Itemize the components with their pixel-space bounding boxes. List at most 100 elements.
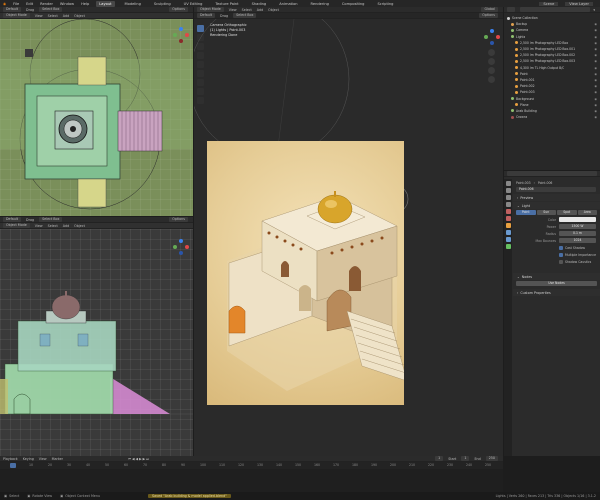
object-mode-dropdown[interactable]: Object Mode — [3, 13, 30, 18]
menu-add[interactable]: Add — [63, 14, 69, 18]
nav-gizmo[interactable] — [173, 27, 189, 43]
drag-tool[interactable]: Drag — [220, 14, 228, 18]
tool-tab-icon[interactable] — [505, 181, 511, 186]
building-upper[interactable] — [17, 320, 117, 372]
menu-view[interactable]: View — [229, 8, 237, 12]
tab-shading[interactable]: Shading — [249, 1, 270, 7]
timeline-playhead[interactable] — [10, 463, 16, 468]
properties-search-input[interactable] — [507, 171, 597, 176]
render-tab-icon[interactable] — [505, 188, 511, 193]
playback-controls[interactable]: ⏮◀◀▶▶⏭ — [128, 457, 150, 461]
orientation-dropdown[interactable]: Default — [3, 217, 22, 222]
viewport-camera[interactable]: Object Mode View Select Add Object Globa… — [194, 7, 503, 456]
options-dropdown[interactable]: Options — [169, 7, 188, 12]
viewport-top[interactable]: Default Drag Select Box Options Object M… — [0, 7, 193, 216]
dome[interactable] — [51, 294, 81, 320]
output-tab-icon[interactable] — [505, 195, 511, 200]
visibility-eye-icon[interactable]: ◉ — [594, 66, 597, 70]
physics-tab-icon[interactable] — [505, 237, 511, 242]
visibility-eye-icon[interactable]: ◉ — [594, 53, 597, 57]
drag-tool[interactable]: Drag — [26, 8, 34, 12]
visibility-eye-icon[interactable]: ◉ — [594, 35, 597, 39]
menu-view[interactable]: View — [35, 224, 43, 228]
timeline-track-area[interactable] — [0, 469, 503, 492]
max-bounces-field[interactable]: 1024 — [559, 238, 596, 243]
menu-playback[interactable]: Playback — [3, 457, 18, 461]
menu-select[interactable]: Select — [48, 224, 58, 228]
panel-preview[interactable]: › Preview — [513, 194, 600, 201]
menu-object[interactable]: Object — [74, 224, 85, 228]
start-frame-field[interactable]: 1 — [461, 456, 470, 461]
select-box-dropdown[interactable]: Select Box — [39, 217, 63, 222]
tab-animation[interactable]: Animation — [276, 1, 300, 7]
menu-window[interactable]: Window — [60, 2, 74, 6]
tab-rendering[interactable]: Rendering — [308, 1, 332, 7]
menu-keying[interactable]: Keying — [23, 457, 34, 461]
scene-tab-icon[interactable] — [505, 209, 511, 214]
panel-light[interactable]: ⌄ Light — [513, 202, 600, 209]
nav-gizmo[interactable] — [173, 239, 189, 255]
building-base[interactable] — [4, 363, 114, 415]
light-data-tab-icon[interactable] — [505, 244, 511, 249]
main-doorway[interactable] — [326, 289, 352, 332]
visibility-eye-icon[interactable]: ◉ — [594, 22, 597, 26]
staircase[interactable] — [117, 110, 163, 152]
visibility-eye-icon[interactable]: ◉ — [594, 97, 597, 101]
visibility-eye-icon[interactable]: ◉ — [594, 28, 597, 32]
outliner-search-input[interactable] — [520, 7, 591, 12]
side-block[interactable] — [77, 56, 107, 86]
menu-select[interactable]: Select — [48, 14, 58, 18]
cast-shadow-checkbox[interactable] — [559, 245, 563, 250]
visibility-eye-icon[interactable]: ◉ — [594, 115, 597, 119]
outliner-item[interactable]: Crowns ◉ — [507, 114, 600, 120]
scene-selector[interactable]: Scene — [539, 1, 559, 6]
select-box-dropdown[interactable]: Select Box — [39, 7, 63, 12]
front-view-canvas[interactable] — [0, 229, 193, 456]
top-view-canvas[interactable] — [0, 18, 193, 216]
render-frame[interactable] — [207, 141, 408, 405]
visibility-eye-icon[interactable]: ◉ — [594, 78, 597, 82]
menu-add[interactable]: Add — [63, 224, 69, 228]
tab-modeling[interactable]: Modeling — [122, 1, 144, 7]
menu-help[interactable]: Help — [81, 2, 89, 6]
shadow-caustics-checkbox[interactable] — [559, 259, 563, 264]
object-mode-dropdown[interactable]: Object Mode — [3, 223, 30, 228]
modifier-tab-icon[interactable] — [505, 230, 511, 235]
menu-edit[interactable]: Edit — [26, 2, 33, 6]
multiple-importance-checkbox[interactable] — [559, 252, 563, 257]
mode-dropdown[interactable]: Default — [3, 7, 22, 12]
tab-scripting[interactable]: Scripting — [374, 1, 396, 7]
view-layer-selector[interactable]: View Layer — [565, 1, 593, 6]
visibility-eye-icon[interactable]: ◉ — [594, 90, 597, 94]
power-field[interactable]: 1500 W — [559, 224, 596, 229]
options-dropdown[interactable]: Options — [169, 217, 188, 222]
visibility-eye-icon[interactable]: ◉ — [594, 41, 597, 45]
color-swatch[interactable] — [559, 217, 596, 222]
visibility-eye-icon[interactable]: ◉ — [594, 72, 597, 76]
outliner-display-mode[interactable] — [507, 7, 515, 12]
staircase-side[interactable] — [110, 377, 170, 414]
orange-door[interactable] — [228, 305, 246, 334]
tab-compositing[interactable]: Compositing — [339, 1, 368, 7]
panel-custom-properties[interactable]: › Custom Properties — [513, 289, 600, 296]
light-type-area[interactable]: Area — [577, 210, 597, 215]
options-dropdown[interactable]: Options — [479, 13, 498, 18]
visibility-eye-icon[interactable]: ◉ — [594, 59, 597, 63]
light-datablock-field[interactable]: Point.006 — [516, 187, 596, 192]
panel-nodes[interactable]: ⌄ Nodes — [513, 273, 600, 280]
menu-file[interactable]: File — [13, 2, 19, 6]
object-mode-dropdown[interactable]: Object Mode — [197, 7, 224, 12]
golden-dome[interactable] — [317, 194, 353, 224]
menu-view[interactable]: View — [39, 457, 47, 461]
menu-select[interactable]: Select — [242, 8, 252, 12]
side-block[interactable] — [0, 379, 8, 414]
visibility-eye-icon[interactable]: ◉ — [594, 47, 597, 51]
radius-field[interactable]: 0.1 m — [559, 231, 596, 236]
tab-texture-paint[interactable]: Texture Paint — [212, 1, 241, 7]
menu-object[interactable]: Object — [74, 14, 85, 18]
current-frame-field[interactable]: 1 — [435, 456, 444, 461]
viewport-front[interactable]: Default Drag Select Box Options Object M… — [0, 217, 193, 456]
side-block[interactable] — [77, 178, 107, 208]
orientation-dropdown[interactable]: Default — [197, 13, 216, 18]
menu-object[interactable]: Object — [268, 8, 279, 12]
